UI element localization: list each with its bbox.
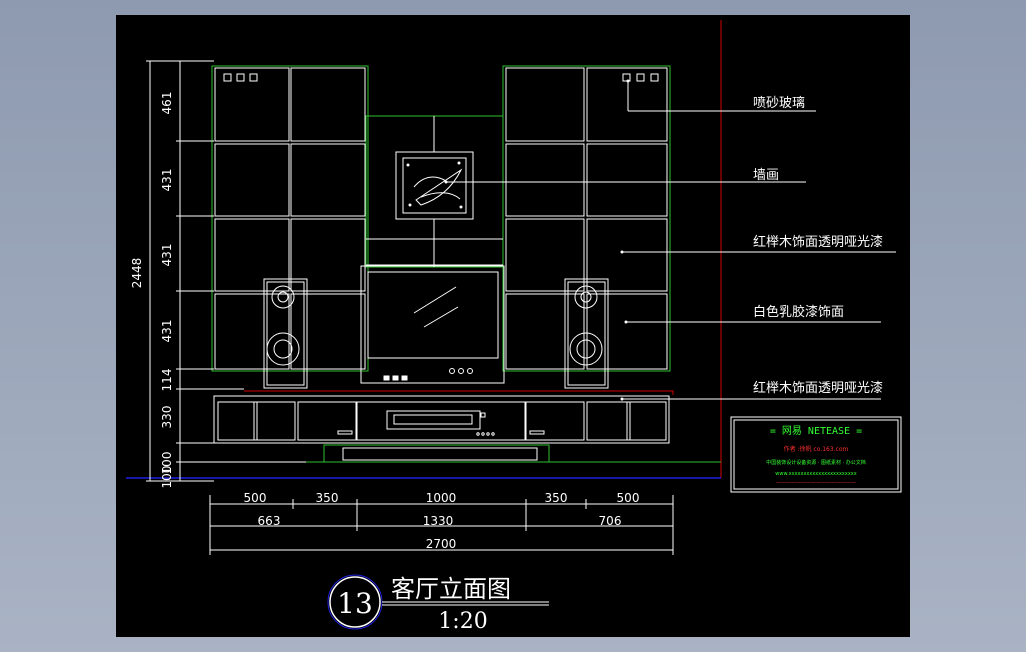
annotation-wall-painting: 墙画 xyxy=(753,168,779,183)
elevation-drawing: 2448 461 431 431 431 114 330 100 100 500… xyxy=(126,20,902,634)
stamp-line4: ———————————————— xyxy=(776,480,856,486)
dim-v-seg6: 330 xyxy=(160,406,174,429)
dim-h1-1: 350 xyxy=(316,491,339,505)
stamp-line3: www.xxxxxxxxxxxxxxxxxxxxxxx xyxy=(775,471,856,477)
drawing-title: 客厅立面图 xyxy=(391,575,511,603)
dim-h3-total: 2700 xyxy=(426,537,457,551)
dim-h2-2: 706 xyxy=(599,514,622,528)
watermark-stamp: = 网易 NETEASE = 作者 :徐帆 co.163.com 中国装饰设计设… xyxy=(730,416,902,493)
dim-h1-3: 350 xyxy=(545,491,568,505)
annotation-frosted-glass: 喷砂玻璃 xyxy=(753,96,805,111)
stamp-line2: 中国装饰设计设备资源 · 图纸素材 · 办公文档 xyxy=(766,459,866,466)
annotation-white-latex: 白色乳胶漆饰面 xyxy=(753,304,844,320)
dim-h1-4: 500 xyxy=(617,491,640,505)
dim-h1-2: 1000 xyxy=(426,491,457,505)
wall-painting xyxy=(395,151,474,220)
cad-viewport[interactable]: 2448 461 431 431 431 114 330 100 100 500… xyxy=(116,15,910,637)
tv-cabinet xyxy=(213,395,670,463)
dim-v-seg4: 431 xyxy=(160,320,174,343)
drawing-number: 13 xyxy=(337,587,373,620)
dim-v-seg3: 431 xyxy=(160,244,174,267)
dim-v-seg2: 431 xyxy=(160,169,174,192)
left-wall-panels xyxy=(211,65,369,372)
annotation-birch-veneer-upper: 红榉木饰面透明哑光漆 xyxy=(753,234,883,250)
dim-v-seg5: 114 xyxy=(160,369,174,392)
dim-h2-0: 663 xyxy=(258,514,281,528)
annotation-birch-veneer-lower: 红榉木饰面透明哑光漆 xyxy=(753,380,883,396)
title-block: 13 客厅立面图 1:20 xyxy=(327,574,549,634)
dim-h1-0: 500 xyxy=(244,491,267,505)
right-wall-panels xyxy=(502,65,671,372)
television xyxy=(360,265,505,384)
shelf-edge xyxy=(244,390,674,395)
drawing-scale: 1:20 xyxy=(438,609,487,634)
dim-v-seg8: 100 xyxy=(160,466,174,489)
dim-v-seg1: 461 xyxy=(160,92,174,115)
left-speaker xyxy=(263,278,308,389)
stamp-heading: = 网易 NETEASE = xyxy=(770,425,862,437)
dim-total-height: 2448 xyxy=(130,258,144,289)
stamp-line1: 作者 :徐帆 co.163.com xyxy=(784,445,849,453)
dim-h2-1: 1330 xyxy=(423,514,454,528)
